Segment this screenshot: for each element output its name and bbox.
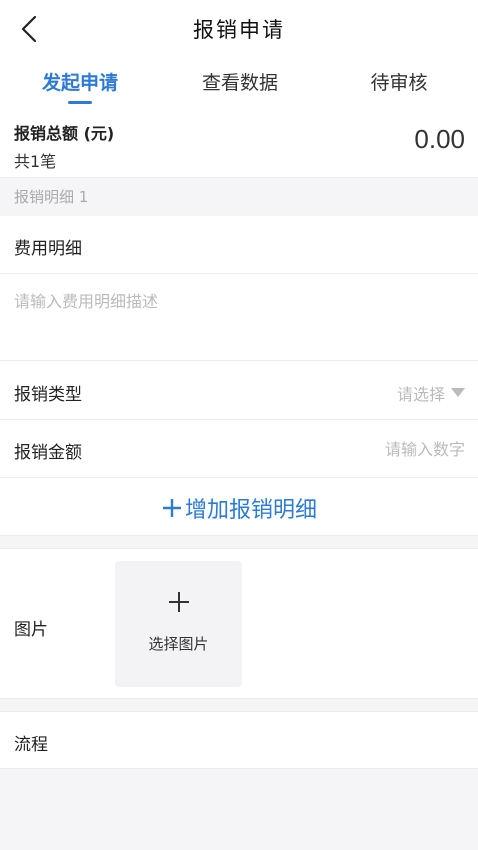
expense-type-label: 报销类型 [14, 385, 82, 405]
add-detail-content: 增加报销明细 [0, 492, 478, 524]
expense-type-row[interactable]: 报销类型 请选择 [0, 361, 478, 420]
expense-type-select[interactable]: 请选择 [397, 381, 465, 405]
description-row [0, 274, 478, 361]
image-picker-label: 选择图片 [148, 635, 209, 653]
flow-row[interactable]: 流程 [0, 711, 478, 769]
images-row: 图片 选择图片 [0, 548, 478, 699]
tab-view-data[interactable]: 查看数据 [160, 58, 320, 108]
amount-label: 报销金额 [14, 443, 82, 463]
amount-input[interactable] [265, 437, 465, 461]
image-picker-button[interactable]: 选择图片 [115, 561, 242, 687]
plus-icon [168, 592, 189, 612]
detail-section-title: 报销明细 1 [0, 178, 478, 216]
plus-icon [162, 499, 181, 517]
fee-detail-row: 费用明细 [0, 216, 478, 274]
total-summary: 报销总额 (元) 共1笔 0.00 [0, 108, 478, 178]
add-detail-label: 增加报销明细 [184, 498, 317, 523]
image-picker-plus [115, 591, 242, 613]
add-detail-button[interactable]: 增加报销明细 [0, 478, 478, 536]
total-amount: 0.00 [414, 124, 465, 154]
amount-row: 报销金额 [0, 420, 478, 478]
flow-label: 流程 [14, 735, 48, 755]
expense-type-placeholder: 请选择 [396, 385, 445, 404]
images-label: 图片 [14, 620, 48, 640]
total-count: 共1笔 [14, 152, 57, 171]
active-tab-indicator [68, 101, 92, 104]
header-bar: 报销申请 [0, 0, 478, 58]
total-label: 报销总额 (元) [14, 124, 115, 143]
caret-down-icon [451, 388, 465, 397]
app-root: 报销申请 发起申请 查看数据 待审核 报销总额 (元) 共1笔 0.00 报销明… [0, 0, 478, 850]
page-title: 报销申请 [193, 18, 285, 42]
description-input[interactable] [14, 288, 464, 348]
fee-detail-label: 费用明细 [14, 239, 82, 259]
tab-pending-review[interactable]: 待审核 [320, 58, 478, 108]
